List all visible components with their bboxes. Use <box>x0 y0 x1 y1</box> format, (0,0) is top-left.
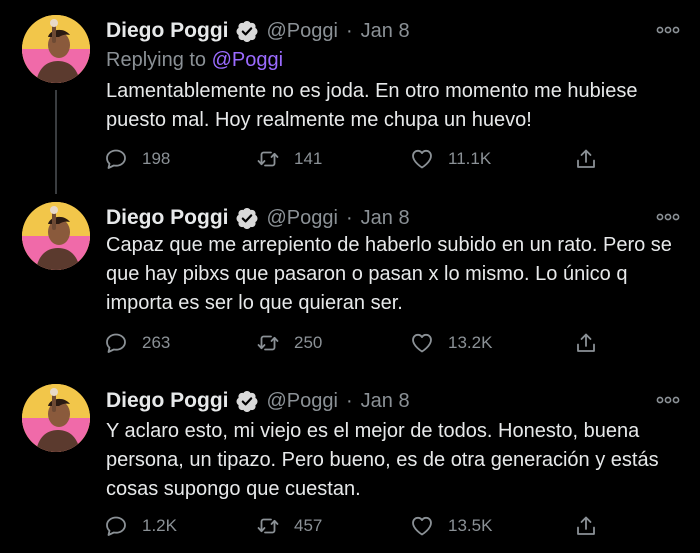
separator-dot: · <box>345 206 353 229</box>
reply-button[interactable]: 198 <box>104 146 170 172</box>
tweet-header: Diego Poggi @Poggi · Jan 8 <box>106 204 410 232</box>
tweet-date[interactable]: Jan 8 <box>361 390 410 413</box>
retweet-button[interactable]: 250 <box>256 330 322 356</box>
reply-count: 198 <box>142 149 171 168</box>
reply-icon <box>104 331 128 355</box>
share-icon <box>574 147 598 171</box>
avatar[interactable] <box>22 15 90 83</box>
avatar[interactable] <box>22 384 90 452</box>
reply-count: 1.2K <box>142 516 177 535</box>
tweet-header: Diego Poggi @Poggi · Jan 8 <box>106 17 410 45</box>
tweet-text: Capaz que me arrepiento de haberlo subid… <box>106 234 672 314</box>
replying-to-handle-link[interactable]: @Poggi <box>212 49 283 71</box>
reply-button[interactable]: 263 <box>104 330 170 356</box>
retweet-button[interactable]: 457 <box>256 513 322 539</box>
avatar-image <box>22 202 90 270</box>
reply-button[interactable]: 1.2K <box>104 513 177 539</box>
separator-dot: · <box>345 19 353 42</box>
retweet-icon <box>256 147 280 171</box>
like-button[interactable]: 11.1K <box>410 146 491 172</box>
tweet-text: Lamentablemente no es joda. En otro mome… <box>106 80 638 131</box>
replying-to: Replying to @Poggi <box>106 49 283 72</box>
tweet-header: Diego Poggi @Poggi · Jan 8 <box>106 387 410 415</box>
tweet-date[interactable]: Jan 8 <box>361 20 410 43</box>
retweet-icon <box>256 514 280 538</box>
more-icon[interactable] <box>656 211 680 223</box>
display-name[interactable]: Diego Poggi <box>106 389 229 413</box>
user-handle[interactable]: @Poggi <box>267 207 338 230</box>
retweet-button[interactable]: 141 <box>256 146 322 172</box>
display-name[interactable]: Diego Poggi <box>106 19 229 43</box>
tweet-date[interactable]: Jan 8 <box>361 207 410 230</box>
user-handle[interactable]: @Poggi <box>267 390 338 413</box>
retweet-count: 141 <box>294 149 323 168</box>
like-count: 13.5K <box>448 516 493 535</box>
share-icon <box>574 331 598 355</box>
replying-to-label: Replying to <box>106 49 212 71</box>
share-button[interactable] <box>574 330 612 356</box>
separator-dot: · <box>345 389 353 412</box>
more-icon[interactable] <box>656 394 680 406</box>
share-icon <box>574 514 598 538</box>
verified-badge-icon <box>235 389 259 413</box>
reply-count: 263 <box>142 333 171 352</box>
tweet-actions: 198 141 11.1K <box>104 146 604 172</box>
retweet-icon <box>256 331 280 355</box>
tweet-actions: 1.2K 457 13.5K <box>104 513 604 539</box>
tweet-text: Y aclaro esto, mi viejo es el mejor de t… <box>106 420 659 500</box>
like-icon <box>410 331 434 355</box>
avatar-image <box>22 384 90 452</box>
display-name[interactable]: Diego Poggi <box>106 206 229 230</box>
like-count: 11.1K <box>448 149 492 168</box>
verified-badge-icon <box>235 19 259 43</box>
avatar[interactable] <box>22 202 90 270</box>
like-icon <box>410 147 434 171</box>
like-count: 13.2K <box>448 333 493 352</box>
share-button[interactable] <box>574 513 612 539</box>
share-button[interactable] <box>574 146 612 172</box>
reply-icon <box>104 514 128 538</box>
reply-icon <box>104 147 128 171</box>
tweet-actions: 263 250 13.2K <box>104 330 604 356</box>
thread-line <box>55 90 57 194</box>
avatar-image <box>22 15 90 83</box>
like-icon <box>410 514 434 538</box>
like-button[interactable]: 13.2K <box>410 330 492 356</box>
user-handle[interactable]: @Poggi <box>267 20 338 43</box>
retweet-count: 457 <box>294 516 323 535</box>
verified-badge-icon <box>235 206 259 230</box>
retweet-count: 250 <box>294 333 323 352</box>
like-button[interactable]: 13.5K <box>410 513 492 539</box>
more-icon[interactable] <box>656 24 680 36</box>
